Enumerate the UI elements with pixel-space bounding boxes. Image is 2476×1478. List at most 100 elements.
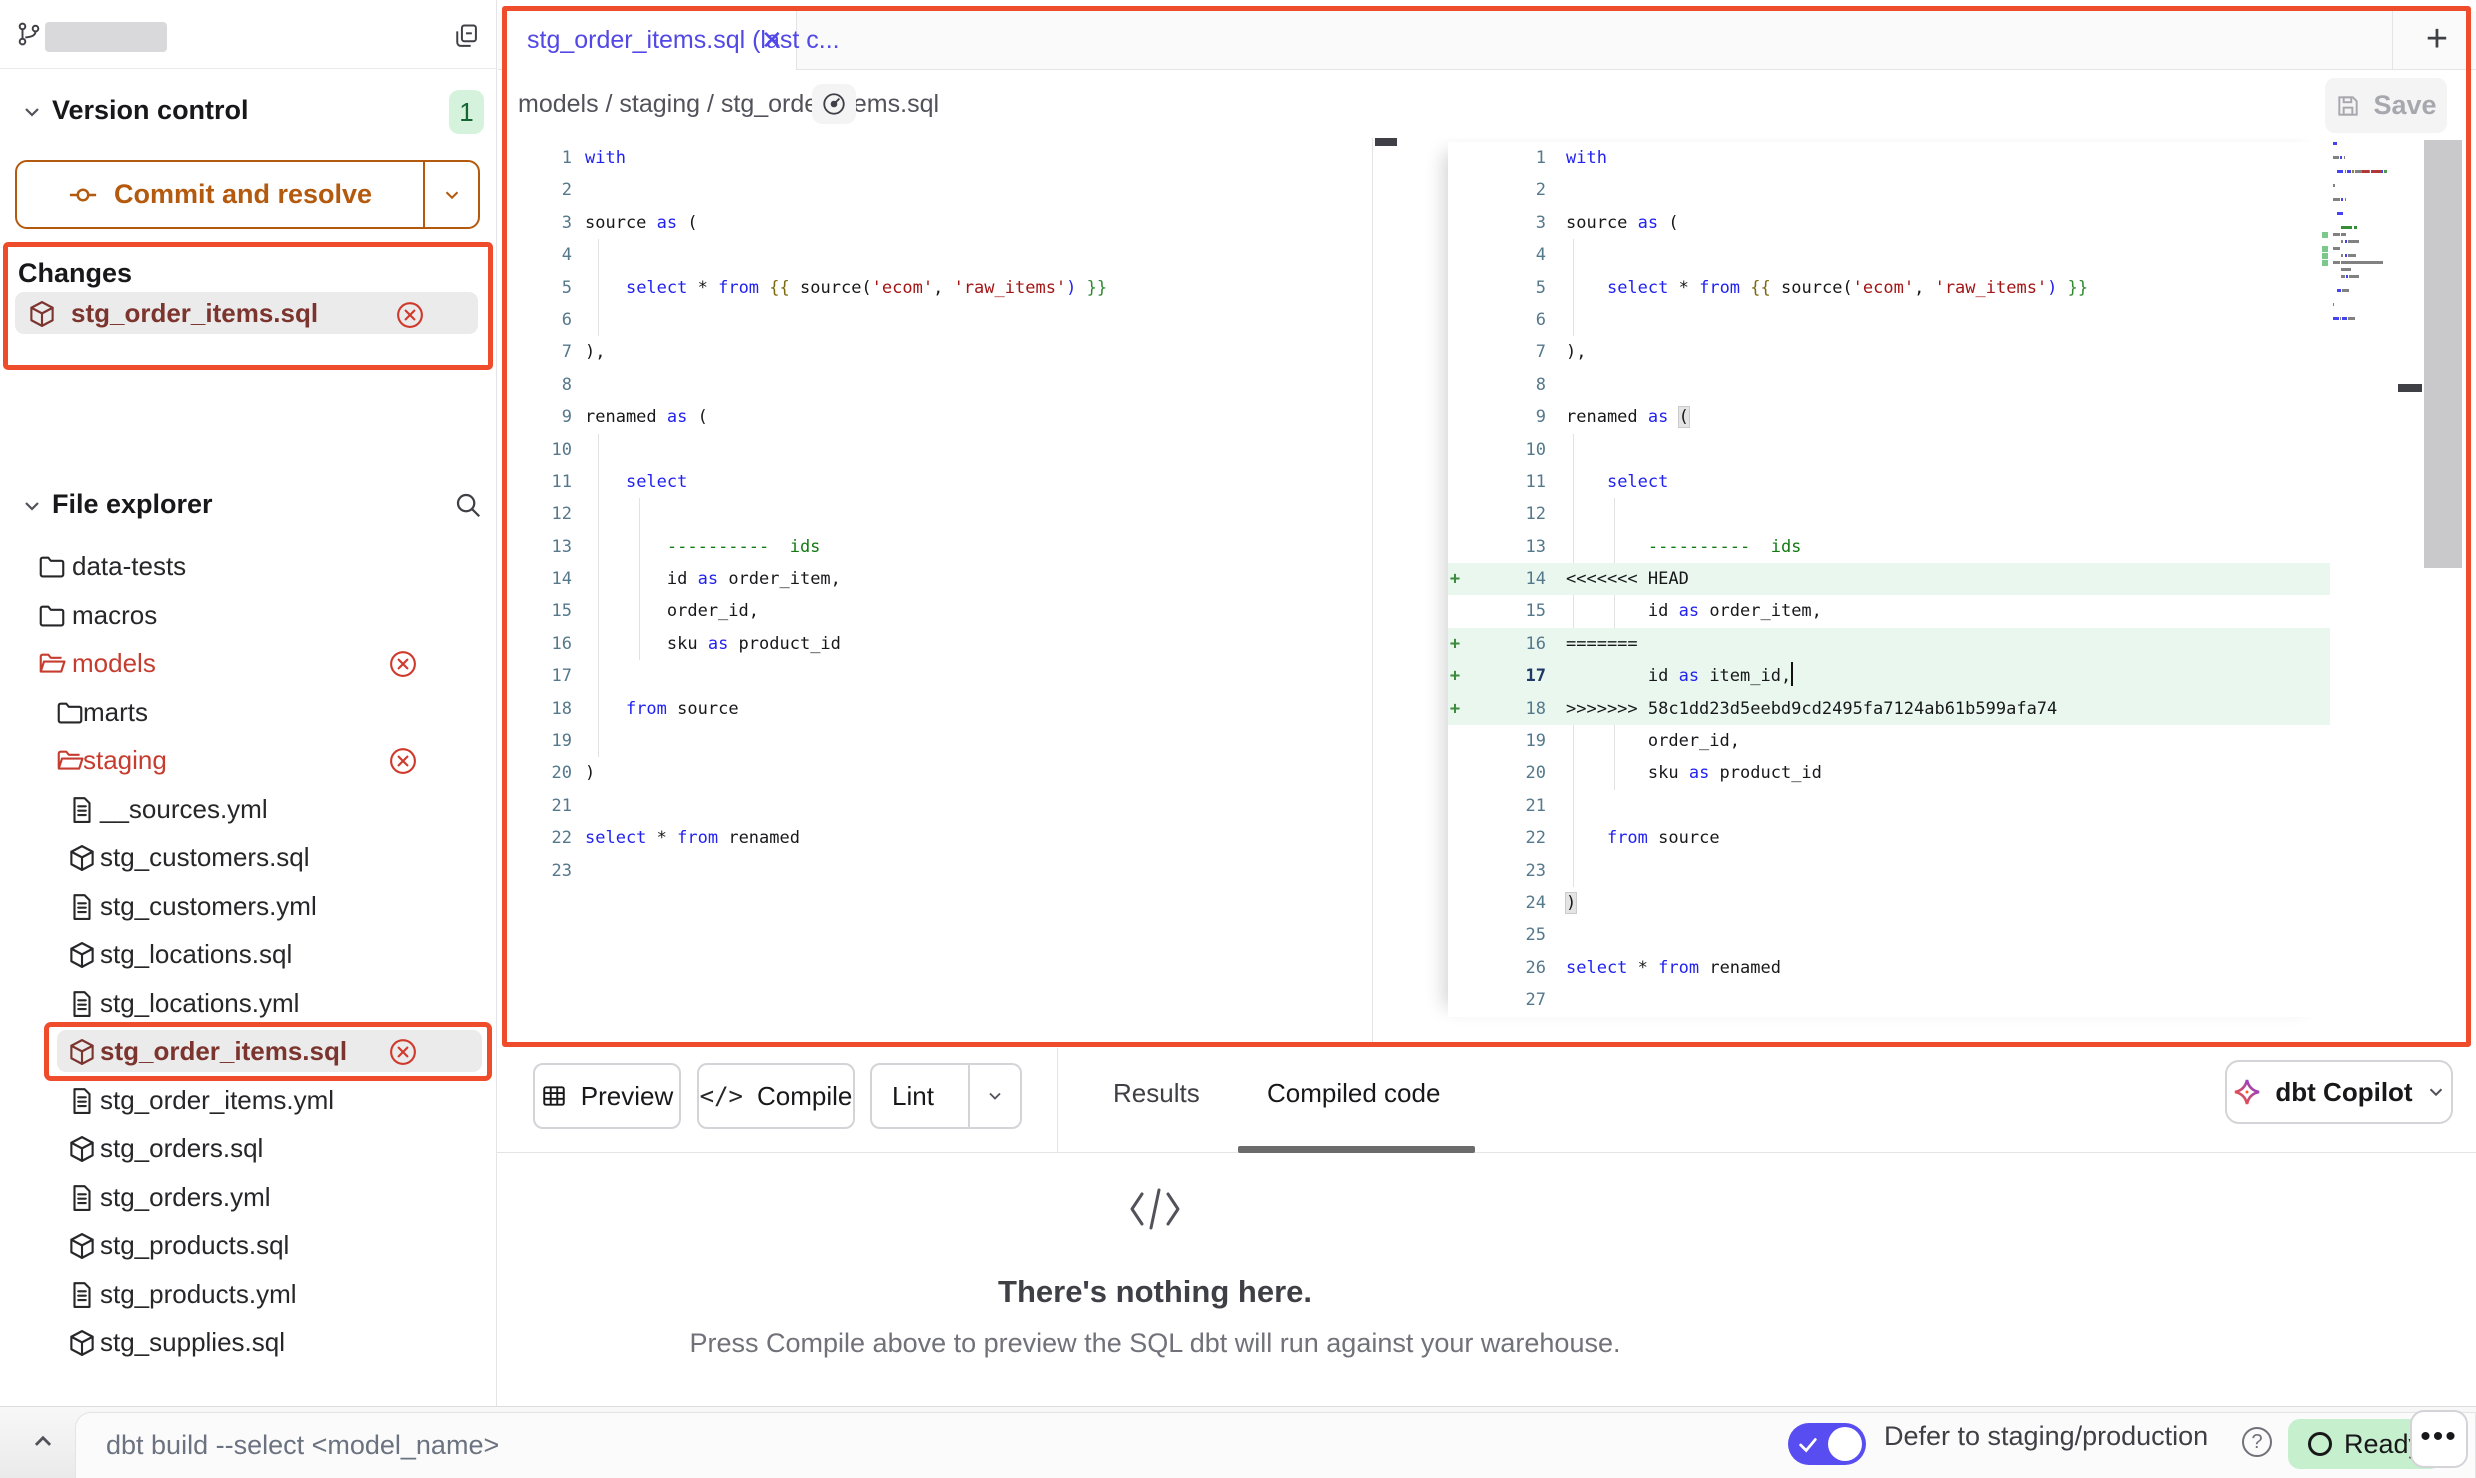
file-explorer-item-stg-customers-yml[interactable]: stg_customers.yml xyxy=(0,883,496,932)
file-explorer-item-models[interactable]: models xyxy=(0,640,496,689)
code-line-24: 24) xyxy=(1448,887,2330,919)
code-line-16: 16 sku as product_id xyxy=(507,628,1373,660)
version-control-section-header[interactable]: Version control 1 xyxy=(0,88,496,134)
status-circle-icon xyxy=(2308,1432,2332,1456)
line-number: 13 xyxy=(507,531,585,563)
tab-compiled-code[interactable]: Compiled code xyxy=(1267,1078,1440,1109)
commit-dropdown-button[interactable] xyxy=(423,162,478,227)
scrollbar-track[interactable] xyxy=(2424,140,2462,568)
file-explorer-item-stg-order-items-yml[interactable]: stg_order_items.yml xyxy=(0,1077,496,1126)
defer-toggle[interactable] xyxy=(1788,1423,1866,1465)
code-line-20: 20) xyxy=(507,757,1373,789)
line-number: 11 xyxy=(1462,466,1566,498)
table-icon xyxy=(541,1083,567,1109)
close-icon[interactable]: ✕ xyxy=(761,25,783,56)
code-line-8: 8 xyxy=(1448,369,2330,401)
code-pane-current[interactable]: 1with23source as (45 select * from {{ so… xyxy=(1448,142,2330,1017)
line-number: 5 xyxy=(507,272,585,304)
code-pane-previous[interactable]: 1with23source as (45 select * from {{ so… xyxy=(507,142,1373,887)
file-name: stg_customers.sql xyxy=(100,842,310,873)
compile-button[interactable]: </> Compile xyxy=(697,1063,855,1129)
file-name: stg_customers.yml xyxy=(100,891,317,922)
code-line-19: 19 xyxy=(507,725,1373,757)
code-line-15: 15 order_id, xyxy=(507,595,1373,627)
save-button[interactable]: Save xyxy=(2325,78,2447,133)
toggle-knob xyxy=(1828,1427,1862,1461)
file-explorer-item-stg-products-sql[interactable]: stg_products.sql xyxy=(0,1222,496,1271)
remove-circle-icon[interactable] xyxy=(388,649,418,679)
remove-circle-icon[interactable] xyxy=(388,1037,418,1067)
right-scrollbar-thumb[interactable] xyxy=(2398,384,2422,392)
git-branch-icon xyxy=(16,21,42,47)
file-explorer-item-staging[interactable]: staging xyxy=(0,737,496,786)
file-explorer-item-stg-locations-sql[interactable]: stg_locations.sql xyxy=(0,931,496,980)
git-commit-icon xyxy=(68,180,98,210)
file-name: stg_products.sql xyxy=(100,1230,289,1261)
lint-dropdown-button[interactable] xyxy=(968,1065,1020,1127)
remove-circle-icon[interactable] xyxy=(388,746,418,776)
line-number: 3 xyxy=(507,207,585,239)
code-line-6: 6 xyxy=(1448,304,2330,336)
remove-circle-icon[interactable] xyxy=(395,300,425,330)
file-explorer-item-macros[interactable]: macros xyxy=(0,592,496,641)
new-tab-button[interactable]: + xyxy=(2414,17,2460,63)
file-explorer-item-stg-customers-sql[interactable]: stg_customers.sql xyxy=(0,834,496,883)
help-icon[interactable]: ? xyxy=(2242,1427,2272,1457)
line-number: 26 xyxy=(1462,952,1566,984)
code-line-11: 11 select xyxy=(507,466,1373,498)
file-explorer-item-data-tests[interactable]: data-tests xyxy=(0,543,496,592)
file-name: stg_order_items.sql xyxy=(100,1036,347,1067)
file-explorer-item-stg-locations-yml[interactable]: stg_locations.yml xyxy=(0,980,496,1029)
tab-stg-order-items[interactable]: stg_order_items.sql (last c... ✕ xyxy=(507,11,797,70)
commit-button-label: Commit and resolve xyxy=(114,179,372,210)
file-explorer-item--sources-yml[interactable]: __sources.yml xyxy=(0,786,496,835)
line-number: 8 xyxy=(507,369,585,401)
file-explorer-section-header[interactable]: File explorer xyxy=(0,482,496,528)
code-line-8: 8 xyxy=(507,369,1373,401)
line-number: 5 xyxy=(1462,272,1566,304)
code-line-25: 25 xyxy=(1448,919,2330,951)
file-name: stg_locations.yml xyxy=(100,988,299,1019)
lint-button[interactable]: Lint xyxy=(870,1063,1022,1129)
folder-open-icon xyxy=(37,649,67,679)
pane-divider xyxy=(1372,138,1373,1047)
code-line-7: 7), xyxy=(507,336,1373,368)
search-icon[interactable] xyxy=(453,490,483,520)
left-scrollbar-thumb[interactable] xyxy=(1375,138,1397,146)
code-line-17: +17 id as item_id, xyxy=(1448,660,2330,692)
compile-label: Compile xyxy=(757,1081,852,1112)
save-label: Save xyxy=(2373,90,2436,121)
lineage-button[interactable] xyxy=(812,84,856,124)
folder-icon xyxy=(55,698,85,728)
chevron-down-icon xyxy=(985,1086,1005,1106)
file-explorer-item-stg-order-items-sql[interactable]: stg_order_items.sql xyxy=(0,1028,496,1077)
copy-icon[interactable] xyxy=(452,22,480,50)
line-number: 4 xyxy=(507,239,585,271)
copilot-label: dbt Copilot xyxy=(2275,1077,2412,1108)
dbt-copilot-button[interactable]: dbt Copilot xyxy=(2225,1060,2453,1124)
line-number: 27 xyxy=(1462,984,1566,1016)
file-name: marts xyxy=(83,697,148,728)
code-line-19: 19 order_id, xyxy=(1448,725,2330,757)
file-icon xyxy=(67,795,97,825)
commit-and-resolve-button[interactable]: Commit and resolve xyxy=(15,160,480,229)
preview-button[interactable]: Preview xyxy=(533,1063,681,1129)
file-explorer-item-stg-supplies-sql[interactable]: stg_supplies.sql xyxy=(0,1319,496,1368)
model-cube-icon xyxy=(67,843,97,873)
more-options-button[interactable]: ••• xyxy=(2410,1410,2468,1468)
changed-file-row[interactable]: stg_order_items.sql xyxy=(15,292,478,334)
file-explorer-item-stg-orders-sql[interactable]: stg_orders.sql xyxy=(0,1125,496,1174)
code-line-14: +14<<<<<<< HEAD xyxy=(1448,563,2330,595)
empty-state-subtitle: Press Compile above to preview the SQL d… xyxy=(655,1328,1655,1359)
code-line-21: 21 xyxy=(1448,790,2330,822)
file-explorer-item-stg-products-yml[interactable]: stg_products.yml xyxy=(0,1271,496,1320)
minimap[interactable] xyxy=(2331,140,2423,360)
line-number: 18 xyxy=(1462,693,1566,725)
command-placeholder: dbt build --select <model_name> xyxy=(106,1430,499,1461)
file-explorer-item-marts[interactable]: marts xyxy=(0,689,496,738)
file-explorer-item-stg-orders-yml[interactable]: stg_orders.yml xyxy=(0,1174,496,1223)
tab-results[interactable]: Results xyxy=(1113,1078,1200,1109)
chevron-up-icon[interactable] xyxy=(26,1425,60,1459)
code-icon: </> xyxy=(700,1082,743,1110)
code-line-10: 10 xyxy=(507,434,1373,466)
